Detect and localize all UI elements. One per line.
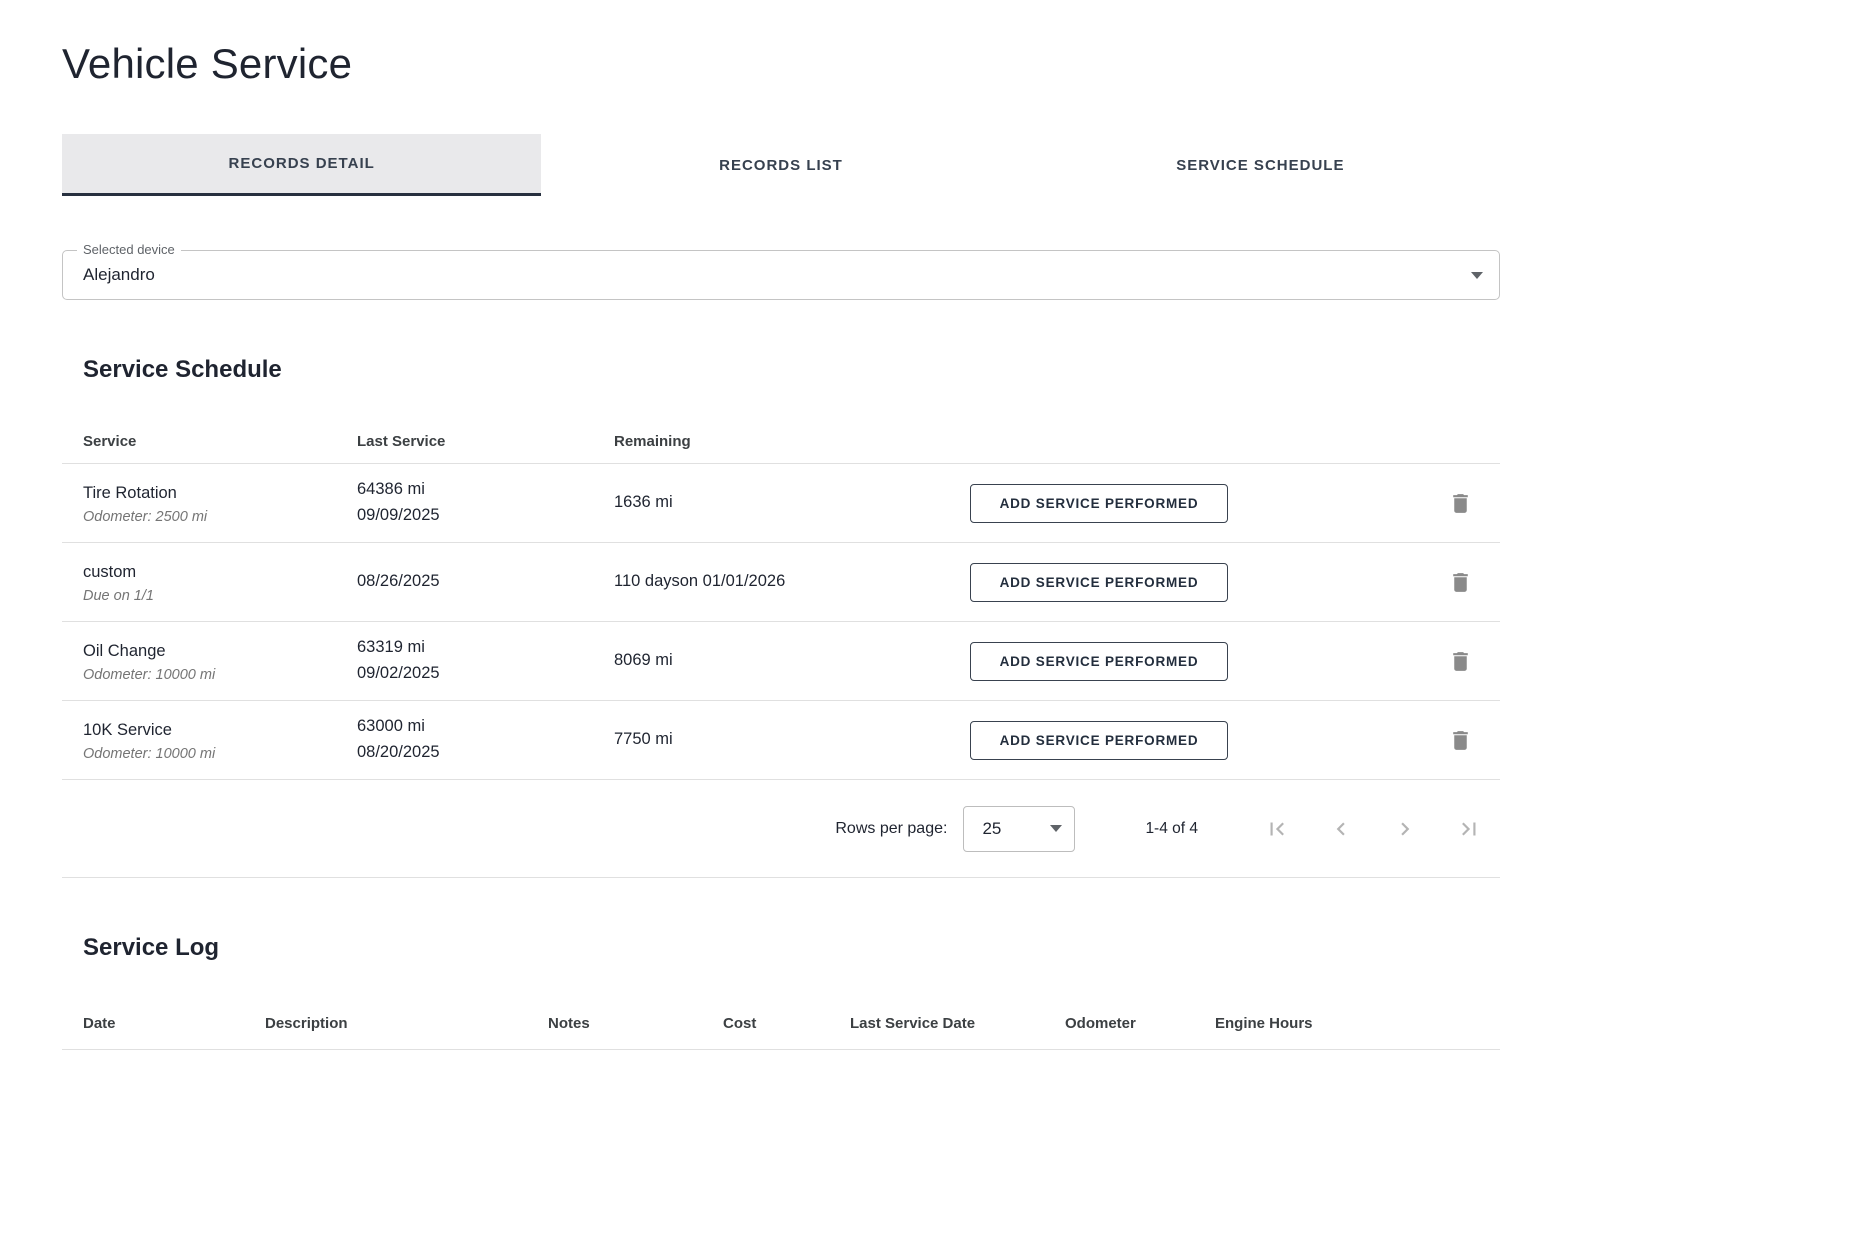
last-service-line1: 63319 mi [357,635,614,661]
tab-records-detail[interactable]: RECORDS DETAIL [62,134,541,196]
last-service-line1: 64386 mi [357,477,614,503]
column-header-last-service: Last Service [357,433,614,450]
last-service-line2: 09/02/2025 [357,661,614,687]
service-cell: Tire Rotation Odometer: 2500 mi [83,481,357,526]
service-name: 10K Service [83,718,357,744]
pagination-bar: Rows per page: 25 1-4 of 4 [62,780,1500,878]
last-service-line2: 08/20/2025 [357,740,614,766]
table-row: Oil Change Odometer: 10000 mi 63319 mi 0… [62,622,1500,701]
first-page-icon [1264,816,1290,842]
device-select-label: Selected device [77,242,181,257]
last-service-line1: 63000 mi [357,714,614,740]
column-header-notes: Notes [548,1015,723,1032]
last-service-line1: 08/26/2025 [357,569,614,595]
last-page-button[interactable] [1448,808,1490,850]
delete-button[interactable] [1442,564,1479,601]
column-header-odometer: Odometer [1065,1015,1215,1032]
table-row: 10K Service Odometer: 10000 mi 63000 mi … [62,701,1500,780]
service-log-heading: Service Log [62,934,1500,962]
last-service-cell: 64386 mi 09/09/2025 [357,477,614,528]
column-header-remaining: Remaining [614,433,970,450]
service-schedule-heading: Service Schedule [62,356,1500,384]
caret-down-icon [1471,272,1483,279]
service-name: custom [83,560,357,586]
previous-page-button[interactable] [1320,808,1362,850]
service-name: Tire Rotation [83,481,357,507]
remaining-cell: 1636 mi [614,490,970,516]
next-page-button[interactable] [1384,808,1426,850]
tab-bar: RECORDS DETAIL RECORDS LIST SERVICE SCHE… [62,134,1500,196]
service-sub: Odometer: 10000 mi [83,667,357,683]
remaining-cell: 8069 mi [614,648,970,674]
column-header-service: Service [83,433,357,450]
remaining-cell: 7750 mi [614,727,970,753]
page-title: Vehicle Service [62,40,1500,88]
delete-button[interactable] [1442,485,1479,522]
schedule-table-header: Service Last Service Remaining [62,420,1500,464]
device-select[interactable]: Selected device Alejandro [62,250,1500,300]
column-header-last-service-date: Last Service Date [850,1015,1065,1032]
trash-icon [1448,649,1473,674]
column-header-date: Date [83,1015,265,1032]
add-service-performed-button[interactable]: ADD SERVICE PERFORMED [970,484,1228,523]
service-cell: 10K Service Odometer: 10000 mi [83,718,357,763]
add-service-performed-button[interactable]: ADD SERVICE PERFORMED [970,563,1228,602]
chevron-right-icon [1392,816,1418,842]
last-page-icon [1456,816,1482,842]
column-header-engine-hours: Engine Hours [1215,1015,1479,1032]
column-header-cost: Cost [723,1015,850,1032]
rows-per-page-label: Rows per page: [835,820,947,838]
device-select-value: Alejandro [83,265,1471,285]
last-service-cell: 63319 mi 09/02/2025 [357,635,614,686]
service-cell: Oil Change Odometer: 10000 mi [83,639,357,684]
service-cell: custom Due on 1/1 [83,560,357,605]
rows-per-page-value: 25 [982,819,1050,839]
column-header-description: Description [265,1015,548,1032]
service-sub: Odometer: 10000 mi [83,746,357,762]
add-service-performed-button[interactable]: ADD SERVICE PERFORMED [970,642,1228,681]
tab-records-list[interactable]: RECORDS LIST [541,134,1020,196]
pagination-range: 1-4 of 4 [1145,820,1198,838]
service-sub: Odometer: 2500 mi [83,509,357,525]
table-row: custom Due on 1/1 08/26/2025 110 dayson … [62,543,1500,622]
chevron-left-icon [1328,816,1354,842]
first-page-button[interactable] [1256,808,1298,850]
table-row: Tire Rotation Odometer: 2500 mi 64386 mi… [62,464,1500,543]
last-service-line2: 09/09/2025 [357,503,614,529]
add-service-performed-button[interactable]: ADD SERVICE PERFORMED [970,721,1228,760]
main-content: Vehicle Service RECORDS DETAIL RECORDS L… [62,0,1500,1050]
rows-per-page-select[interactable]: 25 [963,806,1075,852]
trash-icon [1448,728,1473,753]
service-name: Oil Change [83,639,357,665]
service-log-table-header: Date Description Notes Cost Last Service… [62,998,1500,1050]
remaining-cell: 110 dayson 01/01/2026 [614,569,970,595]
delete-button[interactable] [1442,643,1479,680]
trash-icon [1448,570,1473,595]
last-service-cell: 63000 mi 08/20/2025 [357,714,614,765]
service-sub: Due on 1/1 [83,588,357,604]
delete-button[interactable] [1442,722,1479,759]
tab-service-schedule[interactable]: SERVICE SCHEDULE [1021,134,1500,196]
last-service-cell: 08/26/2025 [357,569,614,595]
caret-down-icon [1050,825,1062,832]
trash-icon [1448,491,1473,516]
